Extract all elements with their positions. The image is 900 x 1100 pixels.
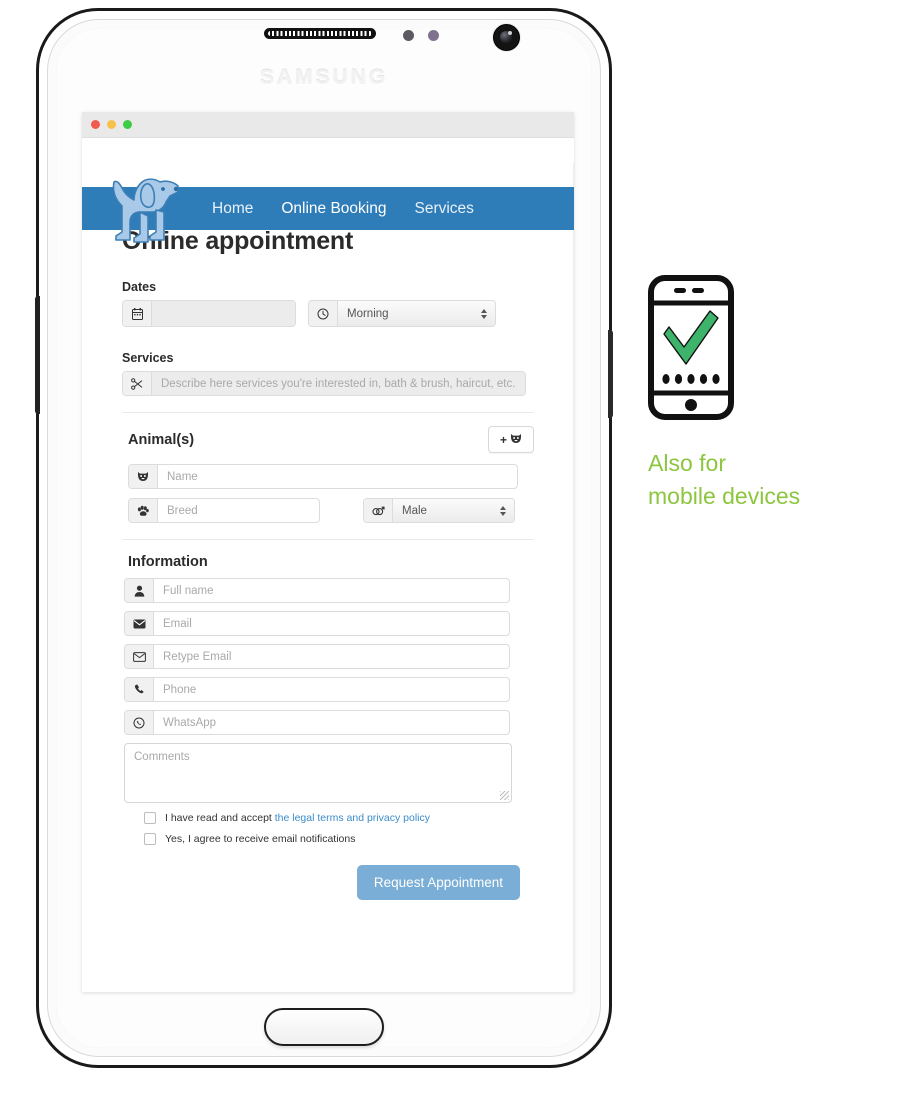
time-select[interactable]: Morning (338, 301, 495, 326)
proximity-sensor-icon (403, 30, 414, 41)
phone-input[interactable] (154, 678, 509, 701)
browser-window: Home Online Booking Services Online appo… (82, 112, 574, 992)
services-heading: Services (122, 351, 174, 365)
animals-header: Animal(s) + (122, 426, 534, 453)
mobile-callout: Also for mobile devices (648, 275, 888, 514)
services-input-group[interactable] (122, 371, 526, 396)
nav-item-home[interactable]: Home (212, 200, 253, 218)
envelope-icon (125, 612, 154, 635)
animal-breed-group[interactable] (128, 498, 320, 523)
whatsapp-input[interactable] (154, 711, 509, 734)
newsletter-consent-row: Yes, I agree to receive email notificati… (144, 833, 534, 845)
section-divider-2 (122, 539, 534, 540)
animal-breed-input[interactable] (158, 499, 319, 522)
information-heading: Information (128, 554, 208, 570)
time-select-group[interactable]: Morning (308, 300, 496, 327)
add-pet-icon (510, 433, 522, 447)
comments-textarea[interactable] (125, 744, 511, 802)
submit-row: Request Appointment (122, 865, 534, 900)
home-button[interactable] (264, 1008, 384, 1046)
terms-prefix: I have read and accept (165, 812, 275, 824)
time-select-value: Morning (347, 307, 389, 320)
clock-icon (309, 301, 338, 326)
date-input-group[interactable] (122, 300, 296, 327)
phone-icon (125, 678, 154, 701)
section-divider-1 (122, 412, 534, 413)
animal-name-group[interactable] (128, 464, 518, 489)
maximize-icon[interactable] (123, 120, 132, 129)
terms-link[interactable]: the legal terms and privacy policy (275, 812, 430, 824)
resize-handle-icon[interactable] (500, 791, 509, 800)
whatsapp-group[interactable] (124, 710, 510, 735)
gender-icon (364, 499, 393, 522)
power-button[interactable] (608, 330, 613, 418)
animals-fields: Male (122, 464, 534, 523)
animal-breed-gender-row: Male (128, 498, 534, 523)
dog-logo-icon[interactable] (94, 166, 188, 246)
dates-row: Morning (122, 300, 534, 327)
information-fields (124, 578, 534, 803)
dates-heading: Dates (122, 280, 157, 294)
email-input[interactable] (154, 612, 509, 635)
fullname-input[interactable] (154, 579, 509, 602)
animal-gender-value: Male (402, 504, 427, 517)
date-input[interactable] (152, 301, 295, 326)
calendar-icon (123, 301, 152, 326)
add-animal-button[interactable]: + (488, 426, 534, 453)
pet-face-icon (129, 465, 158, 488)
close-icon[interactable] (91, 120, 100, 129)
services-input[interactable] (152, 372, 525, 395)
browser-titlebar (82, 112, 574, 138)
phone-group[interactable] (124, 677, 510, 702)
front-camera-icon (493, 24, 520, 51)
comments-group[interactable] (124, 743, 512, 803)
animal-gender-group[interactable]: Male (363, 498, 515, 523)
fullname-group[interactable] (124, 578, 510, 603)
terms-consent-row: I have read and accept the legal terms a… (144, 812, 534, 824)
newsletter-label: Yes, I agree to receive email notificati… (165, 833, 356, 845)
animal-name-input[interactable] (158, 465, 517, 488)
speaker-grille-icon (264, 28, 376, 39)
samsung-phone-mockup: SAMSUNG Home Online Booking Services Onl… (35, 8, 613, 1068)
minimize-icon[interactable] (107, 120, 116, 129)
light-sensor-icon (428, 30, 439, 41)
email-group[interactable] (124, 611, 510, 636)
animals-heading: Animal(s) (128, 431, 195, 448)
chevron-updown-icon (500, 505, 506, 516)
plus-icon: + (499, 432, 507, 447)
user-icon (125, 579, 154, 602)
caption-line-2: mobile devices (648, 483, 801, 510)
terms-label: I have read and accept the legal terms a… (165, 812, 430, 824)
site-header: Home Online Booking Services (82, 138, 574, 243)
newsletter-checkbox[interactable] (144, 833, 156, 845)
volume-button[interactable] (35, 296, 40, 414)
nav-item-services[interactable]: Services (414, 200, 473, 218)
request-appointment-button[interactable]: Request Appointment (356, 865, 520, 900)
envelope-open-icon (125, 645, 154, 668)
animal-gender-select[interactable]: Male (393, 499, 514, 522)
page-content: Online appointment Dates Morning Service… (82, 227, 574, 900)
web-page: Home Online Booking Services Online appo… (82, 138, 574, 992)
mobile-callout-caption: Also for mobile devices (648, 447, 888, 514)
whatsapp-icon (125, 711, 154, 734)
nav-item-online-booking[interactable]: Online Booking (281, 200, 386, 218)
retype-email-input[interactable] (154, 645, 509, 668)
terms-checkbox[interactable] (144, 812, 156, 824)
retype-email-group[interactable] (124, 644, 510, 669)
scissors-icon (123, 372, 152, 395)
caption-line-1: Also for (648, 450, 726, 476)
device-brand-label: SAMSUNG (259, 66, 389, 89)
mobile-phone-check-icon (648, 275, 888, 425)
chevron-updown-icon (481, 308, 487, 319)
paw-icon (129, 499, 158, 522)
